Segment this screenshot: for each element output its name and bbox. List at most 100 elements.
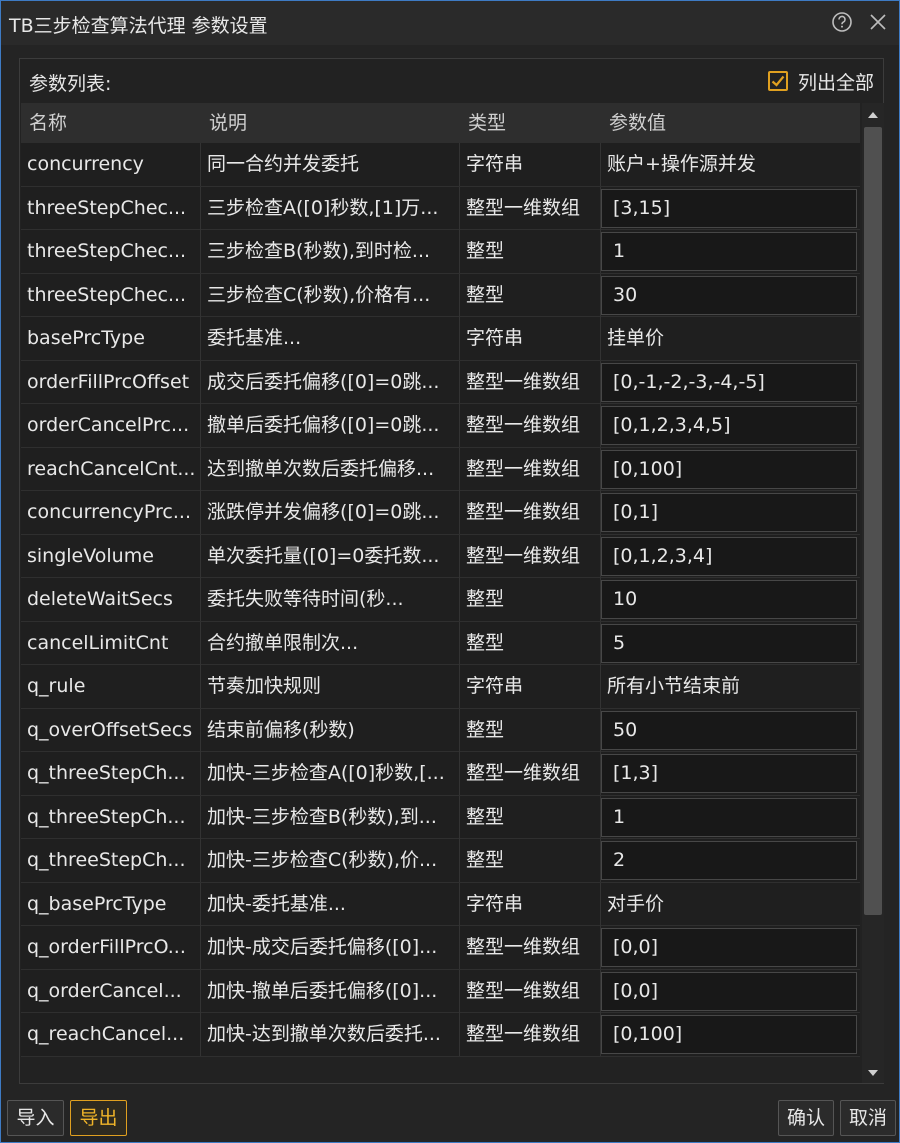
table-row[interactable]: q_threeStepCh... 加快-三步检查B(秒数),到... 整型 1 [21, 795, 860, 839]
param-type-cell: 整型一维数组 [460, 447, 601, 491]
cancel-button[interactable]: 取消 [840, 1100, 896, 1136]
table-row[interactable]: q_threeStepCh... 加快-三步检查C(秒数),价... 整型 2 [21, 839, 860, 883]
param-desc-cell: 三步检查B(秒数),到时检... [201, 230, 460, 273]
param-value-input[interactable]: [1,3] [601, 754, 857, 793]
param-value-input[interactable]: 1 [601, 232, 857, 271]
param-value-input[interactable]: [0,0] [601, 971, 857, 1011]
table-row[interactable]: concurrencyPrc... 涨跌停并发偏移([0]=0跳... 整型一维数组… [21, 491, 860, 535]
param-desc-cell: 加快-达到撤单次数后委托... [201, 1013, 460, 1056]
title-bar: TB三步检查算法代理 参数设置 [1, 1, 899, 45]
vertical-scrollbar[interactable] [862, 103, 884, 1083]
param-name-cell: singleVolume [21, 534, 201, 578]
param-value-input[interactable]: 5 [601, 623, 857, 663]
checkmark-icon [771, 75, 785, 87]
confirm-button[interactable]: 确认 [778, 1100, 834, 1136]
param-value-cell[interactable]: 对手价 [601, 883, 860, 926]
list-all-toggle[interactable]: 列出全部 [767, 68, 874, 94]
column-header-desc[interactable]: 说明 [201, 103, 460, 143]
table-row[interactable]: q_basePrcType 加快-委托基准... 字符串 对手价 [21, 882, 860, 926]
table-row[interactable]: q_orderCancel... 加快-撤单后委托偏移([0]... 整型一维数组[… [21, 969, 860, 1013]
param-desc-cell: 委托失败等待时间(秒... [201, 578, 460, 621]
param-list-label: 参数列表: [29, 73, 112, 95]
param-name-cell: q_basePrcType [21, 882, 201, 926]
param-desc-cell: 加快-成交后委托偏移([0]... [201, 926, 460, 969]
param-desc-cell: 结束前偏移(秒数) [201, 708, 460, 752]
param-type-cell: 字符串 [460, 665, 601, 708]
param-name-cell: q_reachCancel... [21, 1013, 201, 1056]
table-row[interactable]: q_overOffsetSecs 结束前偏移(秒数) 整型 50 [21, 708, 860, 752]
param-type-cell: 整型一维数组 [460, 969, 601, 1013]
table-row[interactable]: q_threeStepCh... 加快-三步检查A([0]秒数,[... 整型一维数… [21, 752, 860, 796]
param-name-cell: orderFillPrcOffset [21, 360, 201, 404]
table-row[interactable]: deleteWaitSecs 委托失败等待时间(秒... 整型 10 [21, 578, 860, 622]
param-value-input[interactable]: [0,100] [601, 1015, 857, 1054]
table-row[interactable]: threeStepChec... 三步检查C(秒数),价格有... 整型 30 [21, 273, 860, 317]
table-row[interactable]: orderCancelPrc... 撤单后委托偏移([0]=0跳... 整型一维数组… [21, 404, 860, 448]
import-button[interactable]: 导入 [7, 1100, 64, 1136]
param-value-input[interactable]: 2 [601, 841, 857, 880]
param-value-input[interactable]: [0,1] [601, 493, 857, 532]
table-row[interactable]: threeStepChec... 三步检查B(秒数),到时检... 整型 1 [21, 230, 860, 274]
param-value-input[interactable]: [0,1,2,3,4] [601, 536, 857, 576]
scrollbar-thumb[interactable] [864, 127, 882, 915]
table-row[interactable]: singleVolume 单次委托量([0]=0委托数... 整型一维数组 [0,1,… [21, 534, 860, 578]
param-name-cell: concurrency [21, 143, 201, 186]
table-row[interactable]: q_orderFillPrcO... 加快-成交后委托偏移([0]... 整型一维数… [21, 926, 860, 970]
param-type-cell: 整型 [460, 230, 601, 273]
param-type-cell: 整型一维数组 [460, 186, 601, 230]
param-value-input[interactable]: 50 [601, 710, 857, 750]
param-type-cell: 整型一维数组 [460, 534, 601, 578]
export-button[interactable]: 导出 [70, 1100, 127, 1136]
param-name-cell: threeStepChec... [21, 186, 201, 230]
param-value-cell[interactable]: 所有小节结束前 [601, 665, 860, 708]
param-value-input[interactable]: [0,0] [601, 928, 857, 967]
param-type-cell: 整型一维数组 [460, 1013, 601, 1056]
param-value-input[interactable]: 10 [601, 580, 857, 619]
param-value-input[interactable]: [0,-1,-2,-3,-4,-5] [601, 362, 857, 402]
param-name-cell: q_orderCancel... [21, 969, 201, 1013]
param-name-cell: concurrencyPrc... [21, 491, 201, 534]
table-row[interactable]: q_reachCancel... 加快-达到撤单次数后委托... 整型一维数组 [0,… [21, 1013, 860, 1057]
param-value-input[interactable]: [3,15] [601, 188, 857, 228]
scroll-up-arrow-icon[interactable] [866, 107, 880, 121]
list-all-checkbox[interactable] [767, 71, 788, 91]
param-desc-cell: 涨跌停并发偏移([0]=0跳... [201, 491, 460, 534]
table-row[interactable]: concurrency 同一合约并发委托 字符串 账户+操作源并发 [21, 143, 860, 187]
params-dialog: TB三步检查算法代理 参数设置 参数列表: 列出全部 名称 说明 类型 参数值 … [0, 0, 900, 1143]
param-value-input[interactable]: [0,100] [601, 449, 857, 489]
param-desc-cell: 加快-三步检查C(秒数),价... [201, 839, 460, 882]
param-value-input[interactable]: [0,1,2,3,4,5] [601, 406, 857, 445]
param-value-cell[interactable]: 挂单价 [601, 317, 860, 360]
param-type-cell: 整型 [460, 621, 601, 665]
param-value-input[interactable]: 1 [601, 797, 857, 837]
param-type-cell: 整型一维数组 [460, 491, 601, 534]
column-header-name[interactable]: 名称 [21, 103, 201, 143]
table-row[interactable]: orderFillPrcOffset 成交后委托偏移([0]=0跳... 整型一维数… [21, 360, 860, 404]
table-row[interactable]: q_rule 节奏加快规则 字符串 所有小节结束前 [21, 665, 860, 709]
param-type-cell: 整型 [460, 578, 601, 621]
param-desc-cell: 三步检查C(秒数),价格有... [201, 273, 460, 317]
table-row[interactable]: cancelLimitCnt 合约撤单限制次... 整型 5 [21, 621, 860, 665]
param-name-cell: cancelLimitCnt [21, 621, 201, 665]
close-icon[interactable] [865, 9, 891, 35]
table-row[interactable]: threeStepChec... 三步检查A([0]秒数,[1]万... 整型一维数… [21, 186, 860, 230]
param-type-cell: 字符串 [460, 143, 601, 186]
param-value-input[interactable]: 30 [601, 275, 857, 315]
param-desc-cell: 成交后委托偏移([0]=0跳... [201, 360, 460, 404]
scroll-down-arrow-icon[interactable] [866, 1065, 880, 1079]
param-desc-cell: 加快-三步检查A([0]秒数,[... [201, 752, 460, 795]
table-row[interactable]: reachCancelCnt... 达到撤单次数后委托偏移... 整型一维数组 [0,… [21, 447, 860, 491]
table-row[interactable]: basePrcType 委托基准... 字符串 挂单价 [21, 317, 860, 361]
param-name-cell: q_orderFillPrcO... [21, 926, 201, 969]
param-type-cell: 整型一维数组 [460, 404, 601, 447]
help-icon[interactable] [829, 9, 855, 35]
param-desc-cell: 同一合约并发委托 [201, 143, 460, 186]
param-desc-cell: 单次委托量([0]=0委托数... [201, 534, 460, 578]
param-value-cell[interactable]: 账户+操作源并发 [601, 143, 860, 186]
param-desc-cell: 合约撤单限制次... [201, 621, 460, 665]
column-header-type[interactable]: 类型 [460, 103, 601, 143]
param-name-cell: deleteWaitSecs [21, 578, 201, 621]
param-type-cell: 字符串 [460, 882, 601, 926]
param-type-cell: 整型一维数组 [460, 752, 601, 795]
column-header-value[interactable]: 参数值 [601, 103, 860, 143]
